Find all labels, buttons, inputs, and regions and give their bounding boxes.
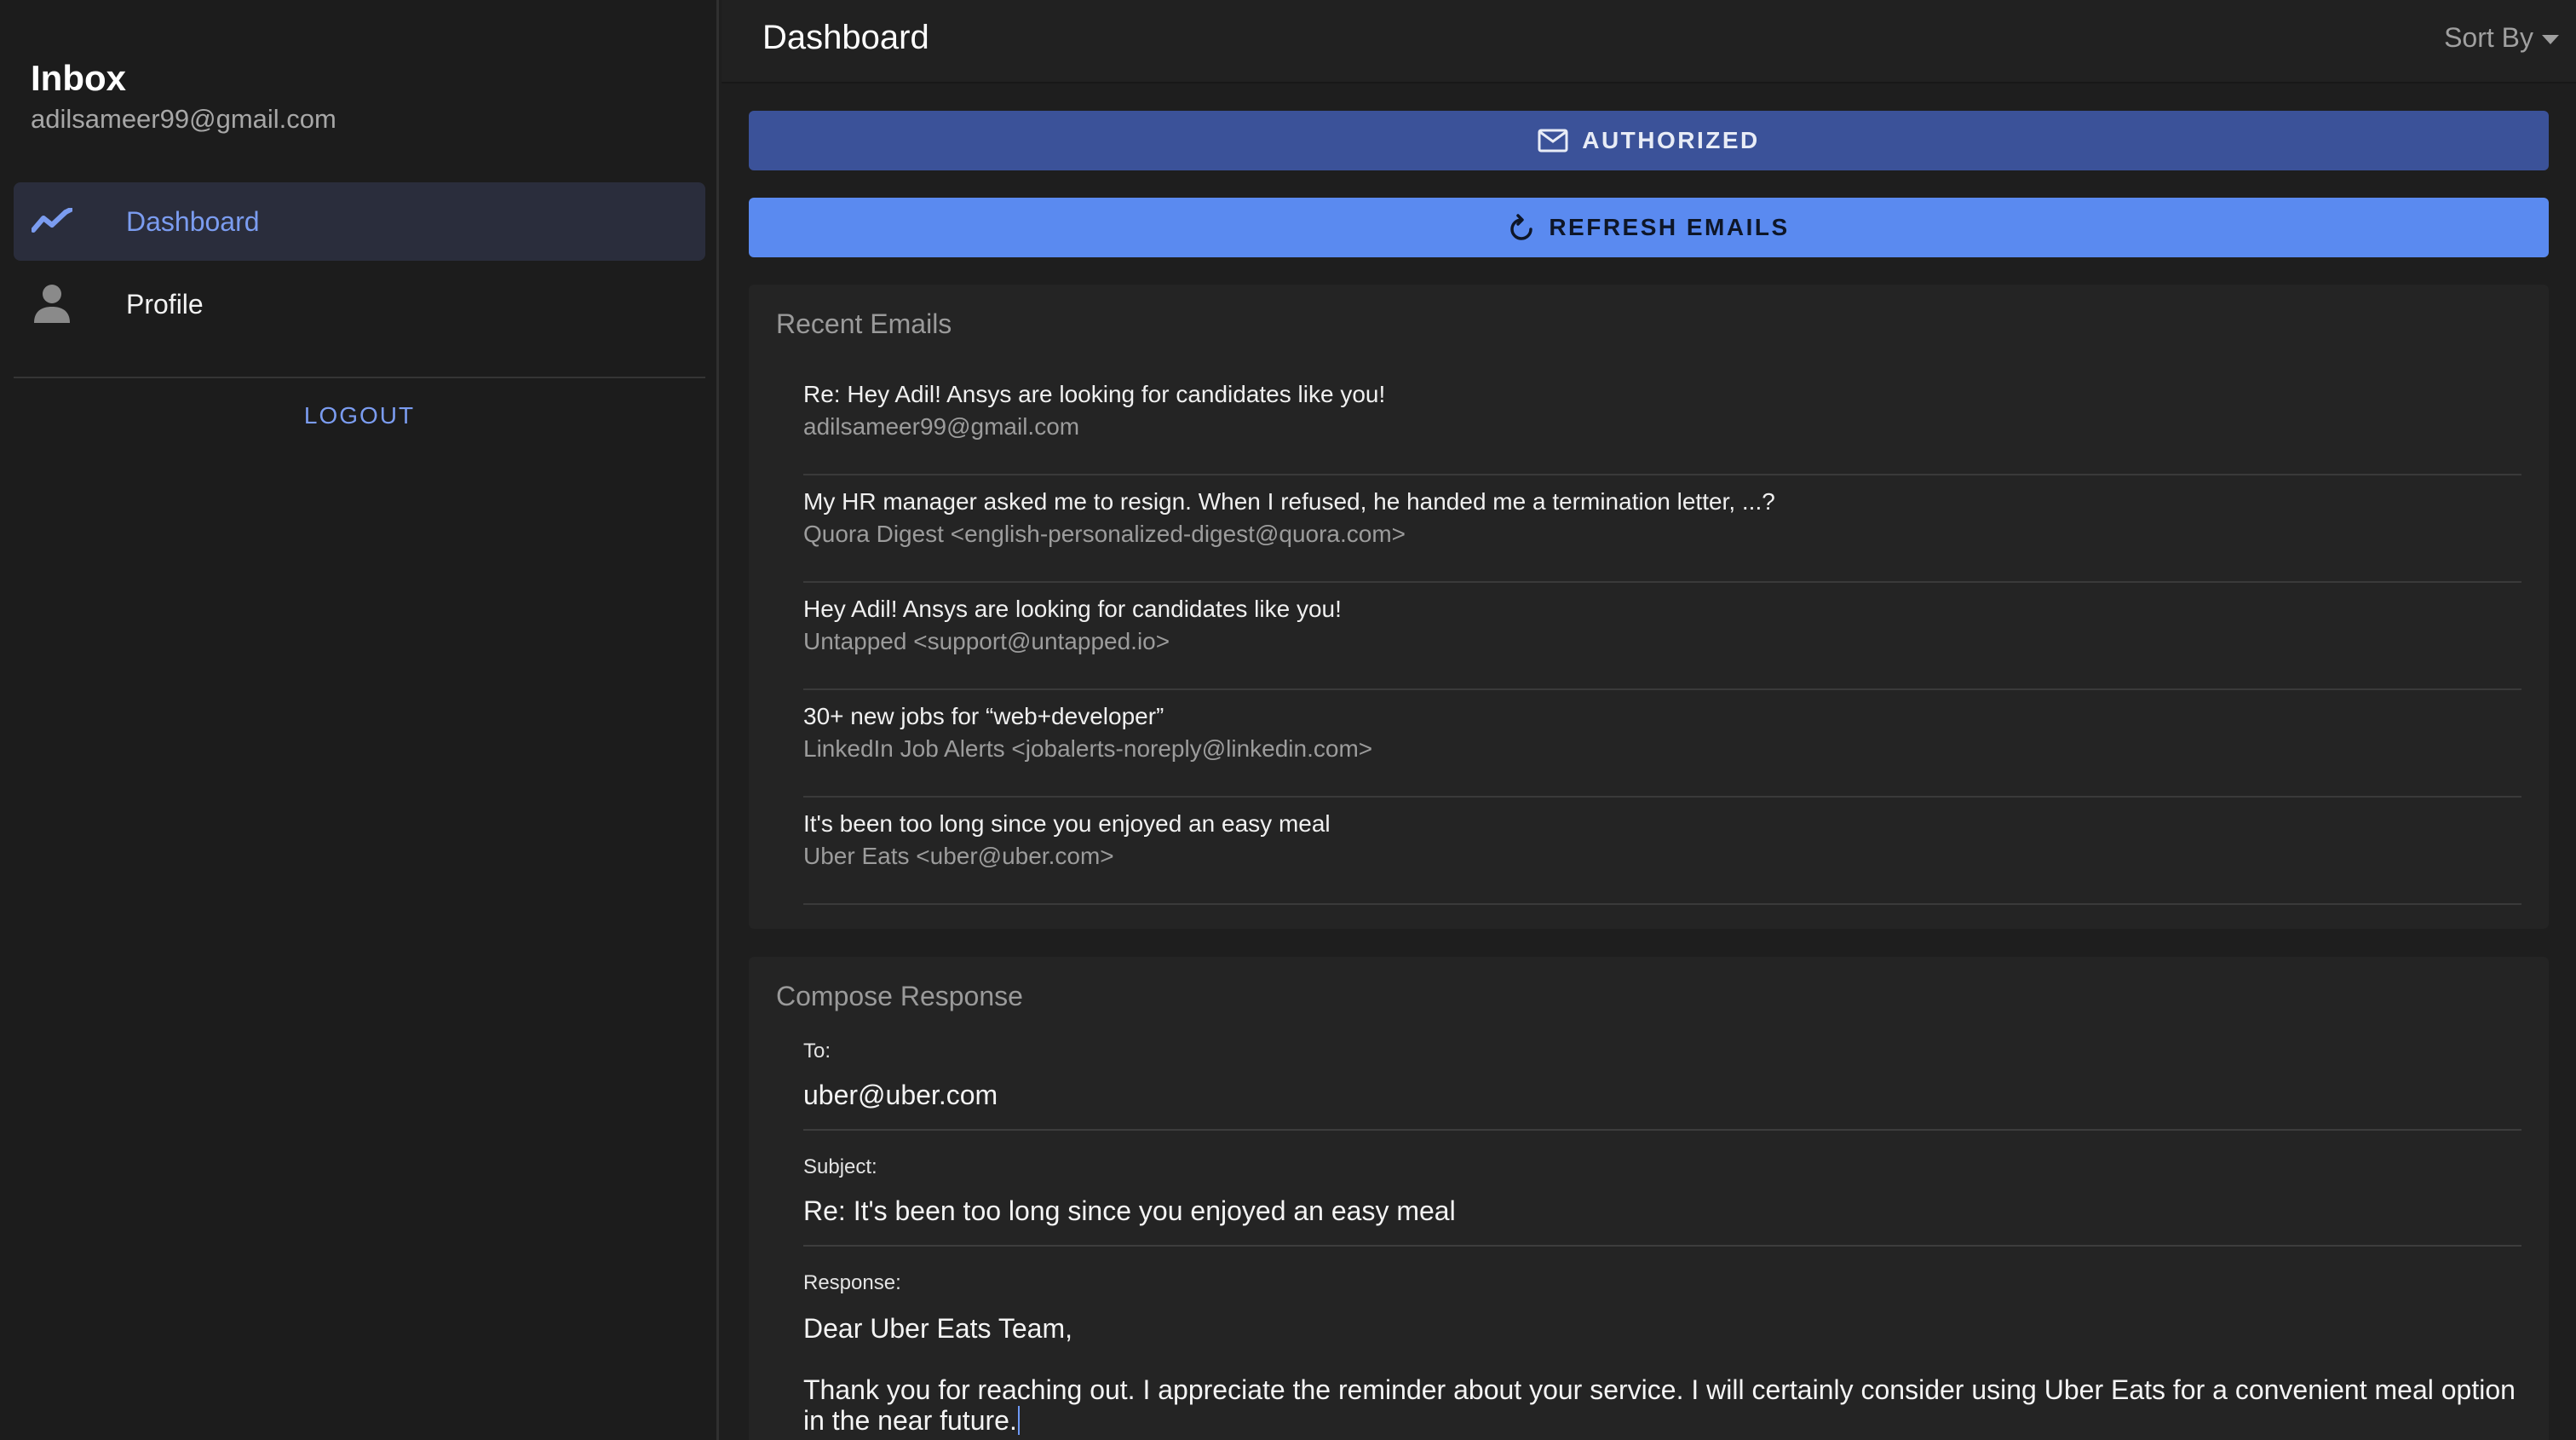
response-text: Thank you for reaching out. I appreciate… <box>803 1374 2516 1436</box>
to-field-group: To: uber@uber.com <box>803 1039 2521 1131</box>
mail-icon <box>1538 129 1568 153</box>
email-list: Re: Hey Adil! Ansys are looking for cand… <box>803 368 2521 905</box>
page-title: Dashboard <box>762 19 929 56</box>
sidebar-item-label: Dashboard <box>126 206 260 237</box>
email-subject: It's been too long since you enjoyed an … <box>803 810 1331 837</box>
sort-by-label: Sort By <box>2444 22 2533 53</box>
sidebar-header: Inbox adilsameer99@gmail.com <box>31 56 336 136</box>
to-label: To: <box>803 1040 831 1063</box>
email-subject: My HR manager asked me to resign. When I… <box>803 488 1775 515</box>
compose-response-card: Compose Response To: uber@uber.com Subje… <box>749 957 2549 1440</box>
recent-emails-title: Recent Emails <box>776 308 952 339</box>
response-field-group: Response: Dear Uber Eats Team, Thank you… <box>803 1270 2521 1440</box>
email-sender: adilsameer99@gmail.com <box>803 413 1080 440</box>
sidebar-item-profile[interactable]: Profile <box>14 265 705 343</box>
sidebar-item-label: Profile <box>126 289 204 320</box>
response-label: Response: <box>803 1271 901 1294</box>
email-subject: Re: Hey Adil! Ansys are looking for cand… <box>803 381 1386 407</box>
email-sender: LinkedIn Job Alerts <jobalerts-noreply@l… <box>803 735 1373 762</box>
sidebar-divider <box>14 377 705 378</box>
sidebar-title: Inbox <box>31 58 126 98</box>
refresh-icon <box>1508 213 1535 242</box>
compose-response-title: Compose Response <box>776 981 1023 1011</box>
refresh-emails-button[interactable]: REFRESH EMAILS <box>749 198 2549 257</box>
email-list-item[interactable]: My HR manager asked me to resign. When I… <box>803 475 2521 583</box>
sidebar-item-dashboard[interactable]: Dashboard <box>14 182 705 261</box>
email-sender: Untapped <support@untapped.io> <box>803 628 1170 654</box>
subject-field-group: Subject: Re: It's been too long since yo… <box>803 1155 2521 1247</box>
account-email: adilsameer99@gmail.com <box>31 104 336 134</box>
top-bar: Dashboard Sort By <box>722 0 2576 84</box>
logout-button[interactable]: LOGOUT <box>14 394 705 438</box>
email-list-item[interactable]: 30+ new jobs for “web+developer” LinkedI… <box>803 690 2521 798</box>
text-cursor <box>1017 1406 1020 1435</box>
response-textarea[interactable]: Dear Uber Eats Team, Thank you for reach… <box>803 1313 2521 1436</box>
email-list-item[interactable]: Hey Adil! Ansys are looking for candidat… <box>803 583 2521 690</box>
recent-emails-card: Recent Emails Re: Hey Adil! Ansys are lo… <box>749 285 2549 929</box>
response-greeting: Dear Uber Eats Team, <box>803 1313 1072 1344</box>
response-text-paragraph: Thank you for reaching out. I appreciate… <box>803 1374 2521 1436</box>
email-list-item[interactable]: Re: Hey Adil! Ansys are looking for cand… <box>803 368 2521 475</box>
authorized-button[interactable]: AUTHORIZED <box>749 111 2549 170</box>
email-sender: Quora Digest <english-personalized-diges… <box>803 521 1406 547</box>
subject-input[interactable]: Re: It's been too long since you enjoyed… <box>803 1192 2521 1247</box>
email-subject: Hey Adil! Ansys are looking for candidat… <box>803 596 1342 622</box>
person-icon <box>31 282 73 325</box>
to-input[interactable]: uber@uber.com <box>803 1076 2521 1131</box>
authorized-label: AUTHORIZED <box>1582 127 1760 153</box>
email-sender: Uber Eats <uber@uber.com> <box>803 843 1114 869</box>
email-list-item[interactable]: It's been too long since you enjoyed an … <box>803 798 2521 905</box>
trending-up-icon <box>31 199 73 242</box>
refresh-label: REFRESH EMAILS <box>1549 214 1790 240</box>
app-root: Inbox adilsameer99@gmail.com Dashboard P… <box>0 0 2576 1440</box>
email-subject: 30+ new jobs for “web+developer” <box>803 703 1164 729</box>
sort-by-dropdown[interactable]: Sort By <box>2444 19 2559 56</box>
sidebar: Inbox adilsameer99@gmail.com Dashboard P… <box>0 0 719 1440</box>
subject-label: Subject: <box>803 1155 877 1178</box>
chevron-down-icon <box>2542 34 2559 44</box>
